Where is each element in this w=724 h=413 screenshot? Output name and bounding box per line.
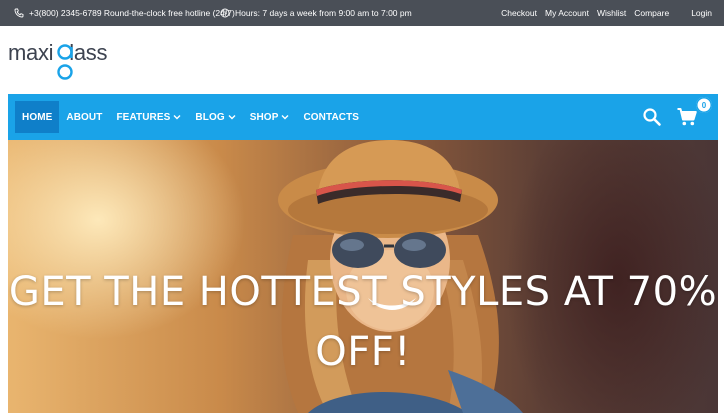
clock-icon bbox=[220, 8, 230, 18]
hero-headline: GET THE HOTTEST STYLES AT 70% OFF! bbox=[8, 262, 718, 382]
nav-item-label: SHOP bbox=[249, 111, 279, 123]
chevron-down-icon bbox=[281, 112, 289, 123]
cart-count-badge: 0 bbox=[696, 97, 712, 113]
logo-text-left: maxi bbox=[8, 40, 54, 65]
search-icon[interactable] bbox=[642, 107, 662, 127]
hours-info: Hours: 7 days a week from 9:00 am to 7:0… bbox=[220, 0, 412, 26]
nav-item-features[interactable]: FEATURES bbox=[109, 101, 188, 133]
top-bar: +3(800) 2345-6789 Round-the-clock free h… bbox=[0, 0, 724, 26]
site-logo[interactable]: maxi lass bbox=[8, 36, 128, 86]
my-account-link[interactable]: My Account bbox=[545, 8, 589, 18]
nav-menu: HOME ABOUT FEATURES BLOG SHOP CONTACTS bbox=[15, 101, 366, 133]
nav-item-shop[interactable]: SHOP bbox=[243, 101, 297, 133]
login-link[interactable]: Login bbox=[691, 8, 712, 18]
compare-link[interactable]: Compare bbox=[634, 8, 669, 18]
nav-item-label: BLOG bbox=[195, 111, 225, 123]
wishlist-link[interactable]: Wishlist bbox=[597, 8, 626, 18]
nav-item-blog[interactable]: BLOG bbox=[188, 101, 242, 133]
cart-icon[interactable] bbox=[676, 106, 698, 128]
nav-item-label: FEATURES bbox=[116, 111, 171, 123]
main-navigation: HOME ABOUT FEATURES BLOG SHOP CONTACTS 0 bbox=[8, 94, 718, 140]
hero-banner[interactable]: GET THE HOTTEST STYLES AT 70% OFF! bbox=[8, 140, 718, 413]
phone-icon bbox=[14, 8, 24, 18]
hero-headline-line1: GET THE HOTTEST STYLES AT 70% bbox=[8, 269, 718, 315]
nav-item-contacts[interactable]: CONTACTS bbox=[296, 101, 366, 133]
checkout-link[interactable]: Checkout bbox=[501, 8, 537, 18]
nav-item-about[interactable]: ABOUT bbox=[59, 101, 109, 133]
hotline-text: +3(800) 2345-6789 Round-the-clock free h… bbox=[29, 8, 235, 18]
chevron-down-icon bbox=[228, 112, 236, 123]
nav-item-label: CONTACTS bbox=[303, 111, 360, 123]
account-links: Checkout My Account Wishlist Compare Log… bbox=[493, 0, 712, 26]
hours-text: Hours: 7 days a week from 9:00 am to 7:0… bbox=[235, 8, 412, 18]
hotline-info: +3(800) 2345-6789 Round-the-clock free h… bbox=[14, 0, 235, 26]
nav-item-label: ABOUT bbox=[66, 111, 103, 123]
chevron-down-icon bbox=[173, 112, 181, 123]
logo-glasses-g-icon bbox=[57, 44, 73, 80]
hero-headline-line2: OFF! bbox=[315, 329, 411, 375]
nav-item-label: HOME bbox=[22, 111, 53, 123]
nav-item-home[interactable]: HOME bbox=[15, 101, 60, 133]
